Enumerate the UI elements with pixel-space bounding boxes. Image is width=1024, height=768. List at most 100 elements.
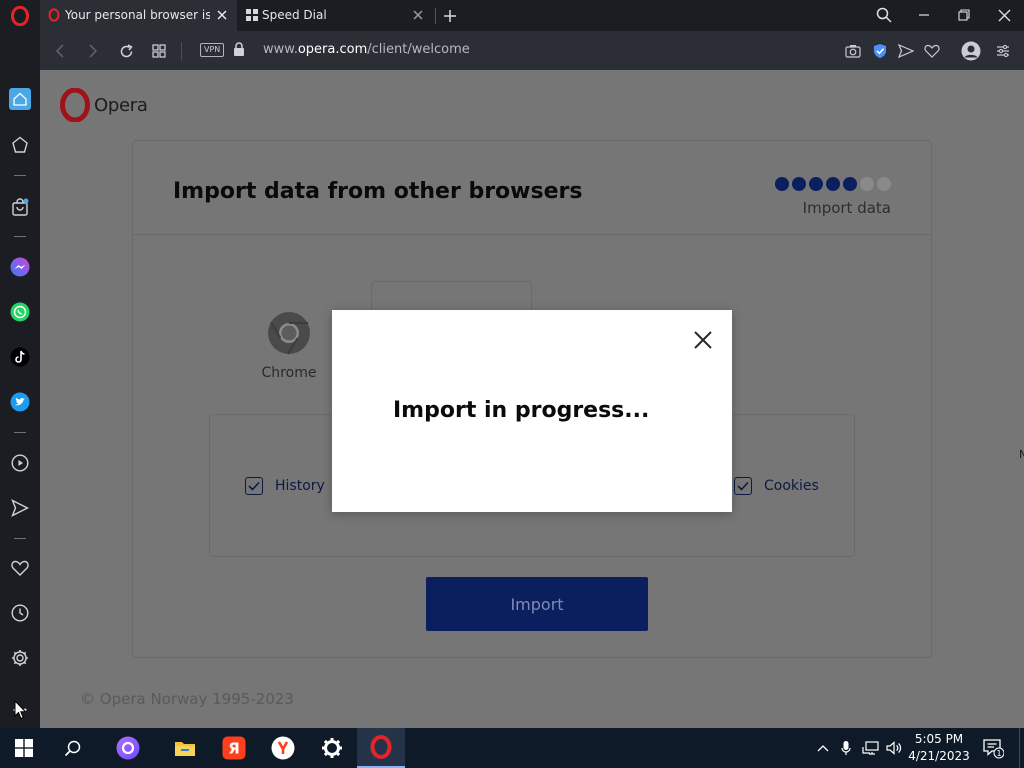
url-path: /client/welcome bbox=[367, 42, 470, 57]
copyright-text: © Opera Norway 1995-2023 bbox=[80, 690, 294, 708]
taskbar-settings[interactable] bbox=[308, 728, 356, 768]
sidebar-item-settings[interactable] bbox=[8, 646, 32, 670]
clock-date: 4/21/2023 bbox=[908, 749, 970, 763]
taskbar-yandex-app[interactable] bbox=[259, 728, 307, 768]
sidebar-item-messenger[interactable] bbox=[8, 255, 32, 279]
flow-icon bbox=[12, 136, 28, 153]
sidebar-item-shopping[interactable] bbox=[8, 195, 32, 219]
history-checkbox[interactable] bbox=[245, 477, 263, 495]
lock-icon[interactable] bbox=[233, 42, 245, 57]
sidebar-item-player[interactable] bbox=[8, 451, 32, 475]
close-tab-icon[interactable] bbox=[411, 8, 425, 22]
forward-button[interactable] bbox=[82, 40, 104, 62]
close-icon[interactable] bbox=[692, 329, 714, 351]
sidebar-item-my-flow-send[interactable] bbox=[8, 496, 32, 520]
sidebar-item-tiktok[interactable] bbox=[8, 345, 32, 369]
tab-overview-button[interactable] bbox=[148, 40, 170, 62]
send-button[interactable] bbox=[896, 41, 916, 61]
volume-tray-button[interactable] bbox=[884, 738, 904, 758]
network-icon bbox=[862, 741, 879, 755]
show-hidden-icons-button[interactable] bbox=[813, 738, 833, 758]
microphone-tray-button[interactable] bbox=[836, 738, 856, 758]
sidebar-item-twitter[interactable] bbox=[8, 390, 32, 414]
cookies-checkbox[interactable] bbox=[734, 477, 752, 495]
taskbar-opera[interactable] bbox=[357, 728, 405, 768]
import-button[interactable]: Import bbox=[426, 577, 648, 631]
page-title: Import data from other browsers bbox=[173, 179, 583, 204]
show-desktop-button[interactable] bbox=[1019, 728, 1020, 768]
option-history[interactable]: History bbox=[245, 477, 325, 495]
shopping-bag-icon bbox=[12, 198, 29, 216]
bookmark-button[interactable] bbox=[922, 41, 942, 61]
vpn-badge[interactable]: VPN bbox=[200, 43, 225, 57]
progress-dot bbox=[809, 177, 823, 191]
snapshot-button[interactable] bbox=[843, 41, 863, 61]
speed-dial-icon bbox=[246, 9, 258, 21]
minimize-icon bbox=[919, 14, 929, 16]
address-bar: VPN www.opera.com/client/welcome bbox=[40, 31, 1024, 70]
taskbar: Я 5:05 PM 4/21/2023 1 bbox=[0, 728, 1024, 768]
url-prefix: www. bbox=[263, 42, 298, 57]
taskbar-yandex-browser[interactable]: Я bbox=[210, 728, 258, 768]
checkmark-icon bbox=[737, 481, 749, 491]
action-center-button[interactable]: 1 bbox=[982, 737, 1005, 759]
avatar-icon bbox=[961, 41, 981, 61]
new-tab-icon[interactable] bbox=[440, 6, 460, 26]
chrome-icon[interactable] bbox=[267, 311, 311, 355]
search-icon bbox=[64, 740, 80, 756]
heart-icon bbox=[924, 44, 940, 58]
svg-text:Я: Я bbox=[228, 740, 240, 758]
shield-icon bbox=[874, 44, 886, 58]
taskbar-file-explorer[interactable] bbox=[161, 728, 209, 768]
sidebar-separator bbox=[14, 432, 26, 433]
close-window-button[interactable] bbox=[993, 5, 1015, 25]
sidebar-item-my-flow[interactable] bbox=[8, 133, 32, 157]
clock-icon bbox=[11, 604, 29, 622]
sidebar-item-whatsapp[interactable] bbox=[8, 300, 32, 324]
close-icon bbox=[998, 9, 1010, 21]
camera-icon bbox=[845, 45, 861, 58]
easy-setup-button[interactable] bbox=[993, 41, 1013, 61]
progress-dot bbox=[792, 177, 806, 191]
minimize-button[interactable] bbox=[913, 5, 935, 25]
taskbar-alice-assistant[interactable] bbox=[104, 728, 152, 768]
progress-dot bbox=[826, 177, 840, 191]
card-divider bbox=[133, 234, 931, 235]
forward-arrow-icon bbox=[89, 44, 98, 58]
send-icon bbox=[11, 499, 29, 517]
back-button[interactable] bbox=[49, 40, 71, 62]
opera-menu-button[interactable] bbox=[5, 3, 35, 29]
notification-count: 1 bbox=[996, 749, 1001, 758]
option-label: History bbox=[275, 478, 325, 494]
search-tabs-button[interactable] bbox=[873, 5, 895, 25]
option-cookies[interactable]: Cookies bbox=[734, 477, 819, 495]
taskbar-clock[interactable]: 5:05 PM 4/21/2023 bbox=[906, 731, 972, 765]
tab-welcome[interactable]: Your personal browser is al bbox=[40, 0, 237, 31]
windows-logo-icon bbox=[15, 739, 33, 757]
url-field[interactable]: www.opera.com/client/welcome bbox=[263, 42, 470, 57]
reload-button[interactable] bbox=[115, 40, 137, 62]
whatsapp-icon bbox=[10, 302, 30, 322]
browser-tile[interactable] bbox=[371, 281, 532, 311]
sidebar-item-speed-dial[interactable] bbox=[9, 88, 31, 110]
edge-glyph: N bbox=[1019, 448, 1024, 461]
taskbar-search-button[interactable] bbox=[48, 728, 96, 768]
progress-dots bbox=[775, 177, 891, 191]
network-tray-button[interactable] bbox=[861, 738, 881, 758]
progress-dot bbox=[877, 177, 891, 191]
browser-source-label: Chrome bbox=[261, 365, 317, 381]
opera-logo-icon bbox=[370, 735, 392, 759]
restore-button[interactable] bbox=[953, 5, 975, 25]
tab-speed-dial[interactable]: Speed Dial bbox=[237, 0, 433, 31]
start-button[interactable] bbox=[0, 728, 48, 768]
tab-bar: Your personal browser is al Speed Dial bbox=[0, 0, 1024, 31]
adblock-button[interactable] bbox=[870, 41, 890, 61]
profile-button[interactable] bbox=[960, 40, 982, 62]
sidebar-item-bookmarks[interactable] bbox=[8, 556, 32, 580]
step-label: Import data bbox=[802, 199, 891, 217]
opera-favicon-icon bbox=[48, 8, 60, 22]
option-label: Cookies bbox=[764, 478, 819, 494]
close-tab-icon[interactable] bbox=[215, 8, 229, 22]
tab-separator bbox=[435, 8, 436, 24]
sidebar-item-history[interactable] bbox=[8, 601, 32, 625]
